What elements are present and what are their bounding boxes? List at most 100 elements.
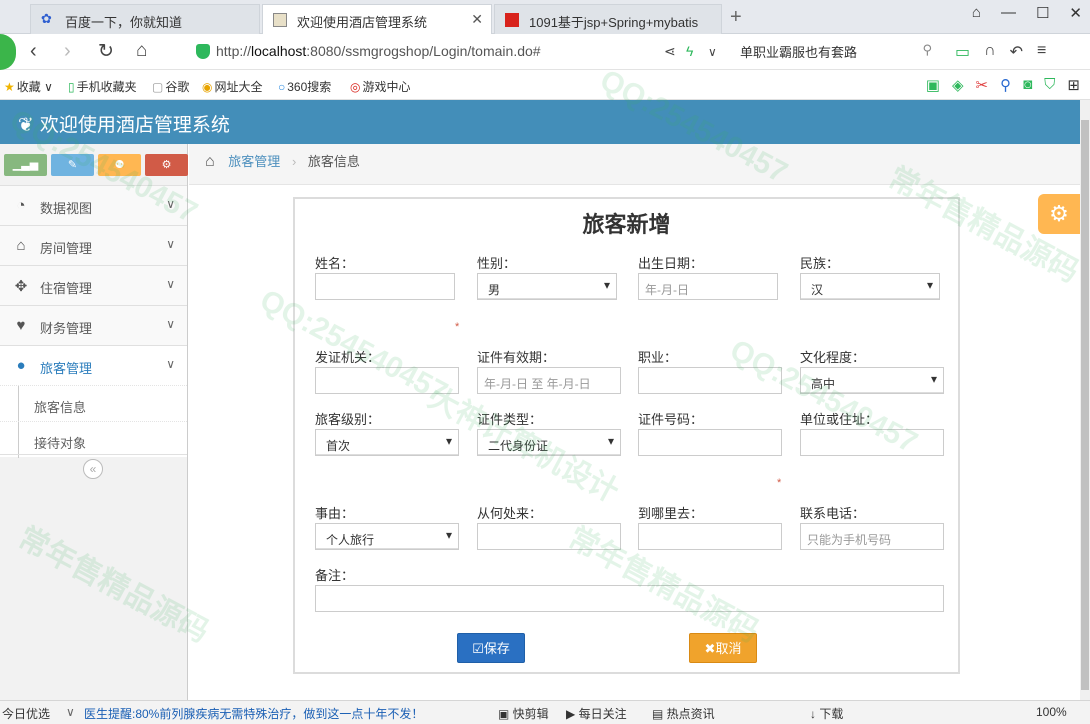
share-icon[interactable]: ⋖ bbox=[664, 43, 676, 60]
extension-shield-icon[interactable]: ⛉ bbox=[1044, 76, 1055, 94]
bookmark-mobile[interactable]: ▯ 手机收藏夹 bbox=[68, 78, 137, 95]
sidebar-item-rooms[interactable]: ⌂ 房间管理 ∨ bbox=[0, 225, 187, 265]
issuer-input[interactable] bbox=[315, 367, 459, 394]
bookmark-sites[interactable]: ◉ 网址大全 bbox=[202, 78, 263, 95]
page-favicon-icon bbox=[273, 13, 287, 27]
ethnic-field-group: 民族： 汉 bbox=[800, 253, 940, 300]
back-icon[interactable]: ‹ bbox=[30, 40, 37, 63]
collapse-sidebar-icon[interactable]: « bbox=[83, 459, 103, 479]
close-window-icon[interactable]: ✕ bbox=[1069, 4, 1082, 22]
name-input[interactable] bbox=[315, 273, 455, 300]
settings-gear-icon[interactable]: ⚙ bbox=[1038, 194, 1080, 234]
idtype-select[interactable]: 二代身份证 bbox=[477, 429, 621, 456]
browser-tab-project[interactable]: 1091基于jsp+Spring+mybatis bbox=[494, 4, 722, 34]
undo-icon[interactable]: ↶ bbox=[1010, 42, 1023, 62]
url-dropdown-icon[interactable]: ∨ bbox=[708, 45, 717, 59]
url-field[interactable]: http://localhost:8080/ssmgrogshop/Login/… bbox=[192, 40, 732, 64]
new-tab-icon[interactable]: + bbox=[730, 6, 742, 29]
remark-input[interactable] bbox=[315, 585, 944, 612]
job-input[interactable] bbox=[638, 367, 782, 394]
address-bar: ‹ › ↻ ⌂ http://localhost:8080/ssmgrogsho… bbox=[0, 34, 1090, 70]
sidebar-item-lodging[interactable]: ✥ 住宿管理 ∨ bbox=[0, 265, 187, 305]
status-download[interactable]: ↓ 下载 bbox=[810, 705, 843, 722]
reason-select[interactable]: 个人旅行 bbox=[315, 523, 459, 550]
status-quickcut[interactable]: ▣ 快剪辑 bbox=[498, 705, 549, 722]
home-nav-icon[interactable]: ⌂ bbox=[136, 40, 147, 62]
chevron-down-icon: ∨ bbox=[66, 705, 75, 719]
forward-icon[interactable]: › bbox=[64, 40, 71, 63]
idnum-input[interactable] bbox=[638, 429, 782, 456]
shortcut-settings-button[interactable]: ⚙ bbox=[145, 154, 188, 176]
sites-icon: ◉ bbox=[202, 80, 213, 94]
bookmark-google[interactable]: ▢ 谷歌 bbox=[152, 78, 189, 95]
browser-tab-baidu[interactable]: ✿ 百度一下，你就知道 bbox=[30, 4, 260, 34]
scrollbar-thumb[interactable] bbox=[1081, 120, 1089, 690]
sidebar-item-finance[interactable]: ♥ 财务管理 ∨ bbox=[0, 305, 187, 345]
save-button[interactable]: ☑保存 bbox=[457, 633, 525, 663]
education-select[interactable]: 高中 bbox=[800, 367, 944, 394]
maximize-icon[interactable]: ☐ bbox=[1036, 4, 1049, 22]
breadcrumb: ⌂ 旅客管理 › 旅客信息 bbox=[189, 144, 1080, 185]
phone-input[interactable]: 只能为手机号码 bbox=[800, 523, 944, 550]
status-today-picks[interactable]: 今日优选 bbox=[2, 705, 50, 722]
status-hotnews[interactable]: ▤ 热点资讯 bbox=[652, 705, 715, 722]
shortcut-edit-button[interactable]: ✎ bbox=[51, 154, 94, 176]
sidebar-subitem-reception[interactable]: 接待对象 bbox=[0, 421, 187, 458]
sidebar-item-dataview[interactable]: ◔ 数据视图 ∨ bbox=[0, 185, 187, 225]
sidebar-subitem-guest-info[interactable]: 旅客信息 bbox=[0, 385, 187, 422]
search-box[interactable]: 单职业霸服也有套路 ⚲ bbox=[740, 42, 936, 64]
ethnic-select[interactable]: 汉 bbox=[800, 273, 940, 300]
address-input[interactable] bbox=[800, 429, 944, 456]
bookmark-360[interactable]: ○ 360搜索 bbox=[278, 78, 331, 95]
battery-icon[interactable]: ▭ bbox=[955, 42, 970, 62]
close-tab-icon[interactable]: ✕ bbox=[471, 11, 483, 28]
chevron-down-icon: ∨ bbox=[166, 277, 175, 291]
app-header: ❦ 欢迎使用酒店管理系统 bbox=[0, 100, 1080, 144]
bookmark-favorites[interactable]: ★ 收藏 ∨ bbox=[4, 78, 53, 95]
home-icon: ⌂ bbox=[16, 237, 26, 254]
pencil-icon: ✎ bbox=[67, 159, 78, 171]
user-icon: ● bbox=[16, 357, 26, 374]
birth-date-input[interactable]: 年-月-日 bbox=[638, 273, 778, 300]
status-daily[interactable]: ▶ 每日关注 bbox=[566, 705, 627, 722]
headphones-icon[interactable]: ∩ bbox=[984, 42, 996, 62]
idnum-field-group: 证件号码： bbox=[638, 409, 782, 456]
extension-translate-icon[interactable]: ◈ bbox=[952, 76, 964, 94]
cancel-button[interactable]: ✖取消 bbox=[689, 633, 757, 663]
page-scrollbar[interactable] bbox=[1080, 100, 1090, 700]
extension-book-icon[interactable]: ▣ bbox=[926, 76, 940, 94]
issuer-field-group: 发证机关： bbox=[315, 347, 459, 394]
browser-tab-hotel[interactable]: 欢迎使用酒店管理系统 ✕ bbox=[262, 4, 492, 34]
gender-select[interactable]: 男 bbox=[477, 273, 617, 300]
extension-scissors-icon[interactable]: ✂ bbox=[976, 76, 989, 94]
gender-field-group: 性别： 男 bbox=[477, 253, 617, 300]
sidebar-item-guests[interactable]: ● 旅客管理 ∨ bbox=[0, 345, 187, 385]
shortcut-users-button[interactable]: ⚉ bbox=[98, 154, 141, 176]
search-icon[interactable]: ⚲ bbox=[922, 42, 932, 58]
baidu-paw-icon: ✿ bbox=[41, 11, 52, 26]
status-news-link[interactable]: 医生提醒:80%前列腺疾病无需特殊治疗，做到这一点十年不发！ bbox=[84, 705, 423, 722]
from-input[interactable] bbox=[477, 523, 621, 550]
extension-grid-icon[interactable]: ⊞ bbox=[1067, 76, 1080, 94]
validity-range-input[interactable]: 年-月-日 至 年-月-日 bbox=[477, 367, 621, 394]
remark-field-group: 备注： bbox=[315, 565, 944, 612]
to-input[interactable] bbox=[638, 523, 782, 550]
extension-game-icon[interactable]: ◙ bbox=[1023, 76, 1032, 94]
menu-icon[interactable]: ≡ bbox=[1037, 42, 1046, 62]
idnum-label: 证件号码： bbox=[638, 412, 704, 427]
education-field-group: 文化程度： 高中 bbox=[800, 347, 944, 394]
bookmark-games[interactable]: ◎ 游戏中心 bbox=[350, 78, 411, 95]
refresh-icon[interactable]: ↻ bbox=[98, 40, 114, 63]
idtype-field-group: 证件类型： 二代身份证 bbox=[477, 409, 621, 456]
to-label: 到哪里去： bbox=[638, 506, 704, 521]
extension-search-icon[interactable]: ⚲ bbox=[1000, 76, 1011, 94]
shortcut-stats-button[interactable]: ▁▃▅ bbox=[4, 154, 47, 176]
address-field-group: 单位或住址： bbox=[800, 409, 944, 456]
level-select[interactable]: 首次 bbox=[315, 429, 459, 456]
minimize-icon[interactable]: — bbox=[1001, 4, 1016, 22]
skin-icon[interactable]: ⌂ bbox=[972, 4, 981, 22]
breadcrumb-parent-link[interactable]: 旅客管理 bbox=[228, 154, 280, 169]
status-zoom[interactable]: 100% bbox=[1036, 705, 1067, 719]
phone-field-group: 联系电话： 只能为手机号码 bbox=[800, 503, 944, 550]
speed-icon[interactable]: ϟ bbox=[686, 43, 693, 59]
